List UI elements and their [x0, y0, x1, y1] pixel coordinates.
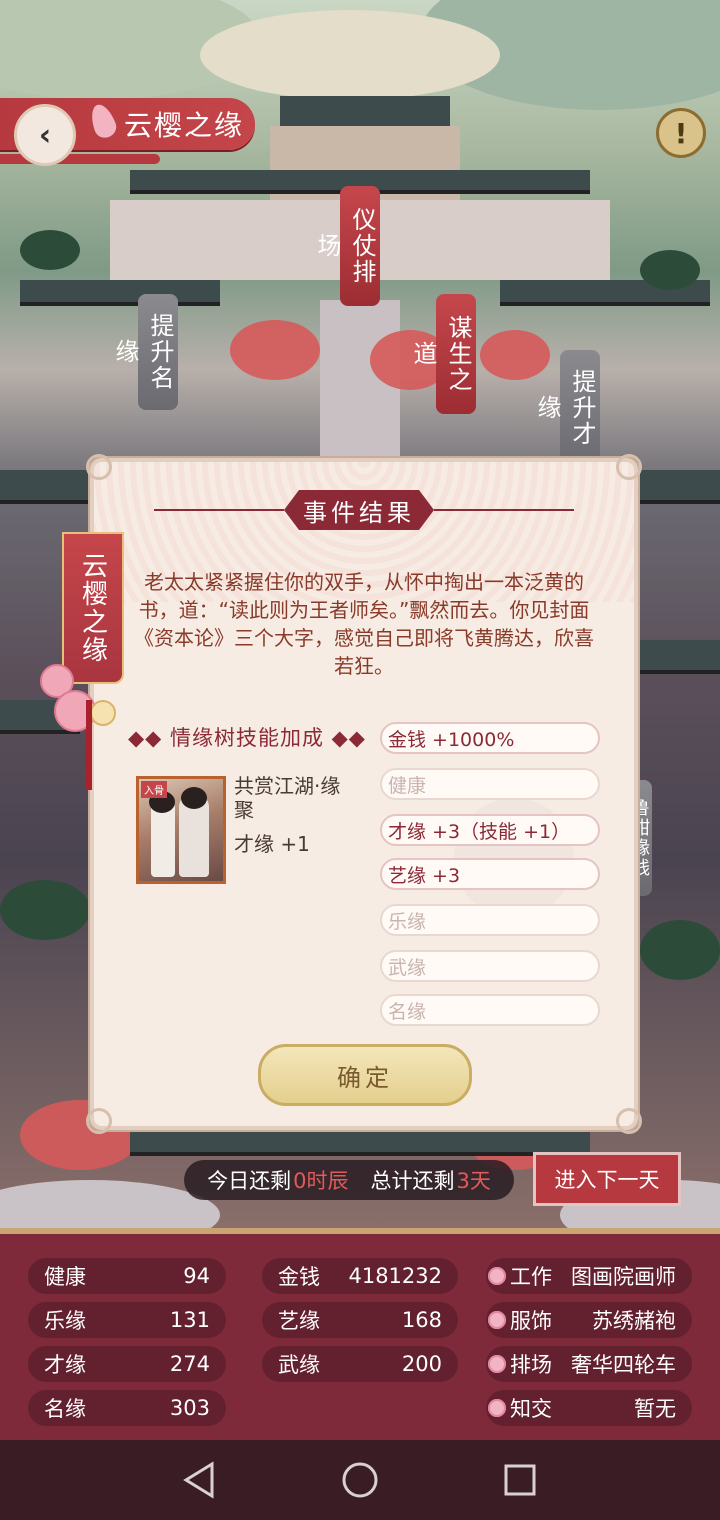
- corner-ornament: [86, 454, 112, 480]
- square-recent-icon[interactable]: [496, 1456, 544, 1504]
- blossom-icon: [488, 1355, 506, 1373]
- corner-ornament: [86, 1108, 112, 1134]
- corner-ornament: [616, 454, 642, 480]
- stat-value: 暂无: [634, 1397, 676, 1421]
- stat-value: 苏绣赭袍: [592, 1309, 676, 1333]
- stat-money: 金钱 4181232: [262, 1258, 458, 1294]
- cherry-tree: [480, 330, 550, 380]
- page-title: 云樱之缘: [124, 109, 245, 142]
- result-stat-caiyuan: 才缘 +3（技能 +1）: [380, 814, 600, 846]
- palace-roof: [20, 280, 220, 306]
- stat-label: 服饰: [510, 1309, 552, 1333]
- stat-label: 武缘: [278, 1353, 320, 1377]
- remaining-time-bar: 今日还剩 0时辰 总计还剩 3天: [184, 1160, 514, 1200]
- stat-label: 乐缘: [44, 1309, 86, 1333]
- today-remaining-label: 今日还剩: [207, 1169, 292, 1193]
- stat-label: 健康: [44, 1265, 86, 1289]
- sign-tisheng-caiyuan[interactable]: 提升才缘: [533, 350, 600, 466]
- stat-label: 工作: [510, 1265, 552, 1289]
- stat-outfit[interactable]: 服饰 苏绣赭袍: [486, 1302, 692, 1338]
- stat-label: 才缘: [44, 1353, 86, 1377]
- stat-entourage[interactable]: 排场 奢华四轮车: [486, 1346, 692, 1382]
- circle-home-icon[interactable]: [336, 1456, 384, 1504]
- tree: [640, 920, 720, 980]
- stat-leyuan: 乐缘 131: [28, 1302, 226, 1338]
- stat-value: 274: [169, 1352, 210, 1376]
- stat-label: 知交: [510, 1397, 552, 1421]
- tree: [0, 880, 90, 940]
- result-stat-leyuan: 乐缘: [380, 904, 600, 936]
- stat-value: 94: [183, 1264, 210, 1288]
- confirm-button[interactable]: 确定: [258, 1044, 472, 1106]
- result-stat-money: 金钱 +1000%: [380, 722, 600, 754]
- result-stat-mingyuan: 名缘: [380, 994, 600, 1026]
- alert-button[interactable]: !: [656, 108, 706, 158]
- event-result-dialog: 事件结果 老太太紧紧握住你的双手，从怀中掏出一本泛黄的书，道：“读此则为王者师矣…: [86, 454, 642, 1134]
- chevron-left-icon: ‹: [38, 117, 52, 153]
- card-name: 共赏江湖·缘聚: [234, 774, 341, 822]
- stat-value: 131: [169, 1308, 210, 1332]
- blossom-icon: [488, 1267, 506, 1285]
- title-line-left: [154, 509, 284, 511]
- palace-roof: [280, 96, 450, 130]
- event-story-text: 老太太紧紧握住你的双手，从怀中掏出一本泛黄的书，道：“读此则为王者师矣。”飘然而…: [134, 570, 594, 678]
- stat-label: 名缘: [44, 1397, 86, 1421]
- palace-roof: [130, 1126, 590, 1156]
- tassel: [86, 700, 92, 790]
- companion-card[interactable]: 入骨: [136, 776, 226, 884]
- palace-roof: [630, 470, 720, 504]
- system-nav-bar: [0, 1440, 720, 1520]
- stat-friend[interactable]: 知交 暂无: [486, 1390, 692, 1426]
- back-button[interactable]: ‹: [14, 104, 76, 166]
- palace-roof: [640, 640, 720, 674]
- card-tag: 入骨: [141, 781, 167, 798]
- sign-mousheng-zhidao[interactable]: 谋生之道: [409, 294, 476, 414]
- stat-label: 排场: [510, 1353, 552, 1377]
- result-stat-health: 健康: [380, 768, 600, 800]
- player-stats-panel: 健康 94 乐缘 131 才缘 274 名缘 303 金钱 4181232 艺缘…: [0, 1228, 720, 1446]
- blossom-icon: [90, 700, 116, 726]
- days-remaining: 3天: [456, 1169, 491, 1193]
- stat-value: 图画院画师: [571, 1265, 676, 1289]
- result-stat-wuyuan: 武缘: [380, 950, 600, 982]
- stat-caiyuan: 才缘 274: [28, 1346, 226, 1382]
- dialog-title: 事件结果: [284, 490, 434, 530]
- stat-label: 金钱: [278, 1265, 320, 1289]
- side-banner: 云樱之缘: [62, 532, 124, 684]
- blossom-icon: [488, 1399, 506, 1417]
- stat-job[interactable]: 工作 图画院画师: [486, 1258, 692, 1294]
- stat-value: 303: [169, 1396, 210, 1420]
- stat-health: 健康 94: [28, 1258, 226, 1294]
- result-stat-yiyuan: 艺缘 +3: [380, 858, 600, 890]
- corner-ornament: [616, 1108, 642, 1134]
- stat-wuyuan: 武缘 200: [262, 1346, 458, 1382]
- stat-label: 艺缘: [278, 1309, 320, 1333]
- hours-remaining: 0时辰: [293, 1169, 349, 1193]
- stat-yiyuan: 艺缘 168: [262, 1302, 458, 1338]
- title-line-right: [434, 509, 574, 511]
- tree: [20, 230, 80, 270]
- sign-yizhang-paichang[interactable]: 仪仗排场: [313, 186, 380, 306]
- card-bonus: 才缘 +1: [234, 832, 310, 856]
- skill-bonus-label: ◆◆ 情缘树技能加成 ◆◆: [128, 726, 366, 750]
- stat-value: 168: [401, 1308, 442, 1332]
- stat-value: 4181232: [348, 1264, 442, 1288]
- total-remaining-label: 总计还剩: [370, 1169, 455, 1193]
- stat-mingyuan: 名缘 303: [28, 1390, 226, 1426]
- cloud: [200, 10, 500, 100]
- triangle-back-icon[interactable]: [176, 1456, 224, 1504]
- stat-value: 200: [401, 1352, 442, 1376]
- next-day-button[interactable]: 进入下一天: [533, 1152, 681, 1206]
- exclamation-icon: !: [674, 116, 688, 150]
- stat-value: 奢华四轮车: [571, 1353, 676, 1377]
- cherry-tree: [230, 320, 320, 380]
- blossom-icon: [488, 1311, 506, 1329]
- palace-roof: [0, 470, 90, 504]
- tree: [640, 250, 700, 290]
- card-figure-hair: [181, 787, 207, 809]
- sign-tisheng-mingyuan[interactable]: 提升名缘: [111, 294, 178, 410]
